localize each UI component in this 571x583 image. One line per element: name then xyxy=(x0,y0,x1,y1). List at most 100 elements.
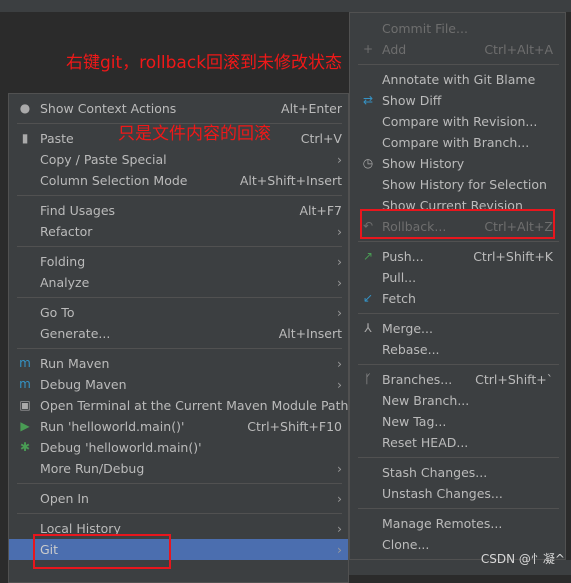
menu-item-show-diff[interactable]: ⇄ Show Diff xyxy=(350,90,565,111)
menu-item-run-maven[interactable]: m Run Maven › xyxy=(9,353,348,374)
menu-item-shortcut: Ctrl+Shift+F10 xyxy=(247,419,342,434)
clock-icon: ◷ xyxy=(362,156,374,170)
menu-item-label: Column Selection Mode xyxy=(40,173,188,188)
menu-item-new-tag[interactable]: New Tag... xyxy=(350,411,565,432)
menu-item-debug-helloworld-main[interactable]: ✱ Debug 'helloworld.main()' xyxy=(9,437,348,458)
menu-item-label: Folding xyxy=(40,254,86,269)
menu-item-manage-remotes[interactable]: Manage Remotes... xyxy=(350,513,565,534)
menu-item-label: Generate... xyxy=(40,326,111,341)
menu-item-run-helloworld-main[interactable]: ▶ Run 'helloworld.main()' Ctrl+Shift+F10 xyxy=(9,416,348,437)
menu-item-label: Unstash Changes... xyxy=(382,486,503,501)
title-bar xyxy=(0,0,571,12)
menu-item-find-usages[interactable]: Find Usages Alt+F7 xyxy=(9,200,348,221)
menu-item-label: Stash Changes... xyxy=(382,465,488,480)
menu-item-generate[interactable]: Generate... Alt+Insert xyxy=(9,323,348,344)
menu-item-shortcut: Ctrl+Shift+` xyxy=(475,372,553,387)
menu-separator xyxy=(9,242,348,251)
menu-item-column-selection-mode[interactable]: Column Selection Mode Alt+Shift+Insert xyxy=(9,170,348,191)
menu-item-commit-file[interactable]: Commit File... xyxy=(350,18,565,39)
menu-item-add[interactable]: + Add Ctrl+Alt+A xyxy=(350,39,565,60)
menu-item-copy-paste-special[interactable]: Copy / Paste Special › xyxy=(9,149,348,170)
menu-item-label: Copy / Paste Special xyxy=(40,152,167,167)
menu-item-refactor[interactable]: Refactor › xyxy=(9,221,348,242)
menu-separator xyxy=(350,504,565,513)
menu-item-label: Show History for Selection xyxy=(382,177,547,192)
debug-bug-icon: ✱ xyxy=(19,440,31,454)
menu-item-shortcut: Ctrl+Shift+K xyxy=(473,249,553,264)
menu-item-shortcut: Ctrl+Alt+A xyxy=(484,42,553,57)
menu-item-label: Compare with Revision... xyxy=(382,114,538,129)
chevron-right-icon: › xyxy=(337,542,342,557)
branch-icon: ᚴ xyxy=(364,372,372,386)
menu-item-label: Open In xyxy=(40,491,89,506)
chevron-right-icon: › xyxy=(337,254,342,269)
menu-item-label: New Branch... xyxy=(382,393,470,408)
menu-item-debug-maven[interactable]: m Debug Maven › xyxy=(9,374,348,395)
menu-item-go-to[interactable]: Go To › xyxy=(9,302,348,323)
annotation-top: 右键git，rollback回滚到未修改状态 xyxy=(66,53,343,73)
menu-item-label: Open Terminal at the Current Maven Modul… xyxy=(40,398,349,413)
menu-item-label: Manage Remotes... xyxy=(382,516,503,531)
menu-item-branches[interactable]: ᚴ Branches... Ctrl+Shift+` xyxy=(350,369,565,390)
menu-item-stash-changes[interactable]: Stash Changes... xyxy=(350,462,565,483)
menu-item-more-run-debug[interactable]: More Run/Debug › xyxy=(9,458,348,479)
menu-item-rebase[interactable]: Rebase... xyxy=(350,339,565,360)
menu-separator xyxy=(350,309,565,318)
run-icon: ▶ xyxy=(20,419,30,433)
menu-item-shortcut: Alt+F7 xyxy=(299,203,342,218)
menu-item-label: Branches... xyxy=(382,372,453,387)
menu-separator xyxy=(9,191,348,200)
menu-item-open-in[interactable]: Open In › xyxy=(9,488,348,509)
chevron-right-icon: › xyxy=(337,521,342,536)
merge-icon: ⅄ xyxy=(364,321,372,335)
menu-item-folding[interactable]: Folding › xyxy=(9,251,348,272)
menu-item-analyze[interactable]: Analyze › xyxy=(9,272,348,293)
menu-item-label: Run Maven xyxy=(40,356,110,371)
menu-item-label: New Tag... xyxy=(382,414,447,429)
push-arrow-icon: ↗ xyxy=(362,249,374,263)
menu-item-label: Rebase... xyxy=(382,342,440,357)
chevron-right-icon: › xyxy=(337,275,342,290)
menu-item-shortcut: Alt+Enter xyxy=(281,101,342,116)
menu-item-label: Pull... xyxy=(382,270,417,285)
terminal-icon: ▣ xyxy=(19,398,31,412)
menu-item-compare-with-revision[interactable]: Compare with Revision... xyxy=(350,111,565,132)
menu-item-label: Compare with Branch... xyxy=(382,135,530,150)
maven-run-icon: m xyxy=(19,356,31,370)
menu-item-label: Push... xyxy=(382,249,424,264)
menu-item-fetch[interactable]: ↙ Fetch xyxy=(350,288,565,309)
menu-item-label: Show Diff xyxy=(382,93,442,108)
menu-item-label: Reset HEAD... xyxy=(382,435,469,450)
menu-item-unstash-changes[interactable]: Unstash Changes... xyxy=(350,483,565,504)
menu-separator xyxy=(9,479,348,488)
menu-item-label: Add xyxy=(382,42,407,57)
menu-item-shortcut: Alt+Shift+Insert xyxy=(239,173,342,188)
editor-context-menu: ● Show Context Actions Alt+Enter ▮ Paste Ctrl… xyxy=(8,93,349,583)
menu-item-annotate-with-git-blame[interactable]: Annotate with Git Blame xyxy=(350,69,565,90)
maven-debug-icon: m xyxy=(19,377,31,391)
menu-separator xyxy=(350,60,565,69)
menu-item-new-branch[interactable]: New Branch... xyxy=(350,390,565,411)
menu-item-pull[interactable]: Pull... xyxy=(350,267,565,288)
menu-item-label: Show History xyxy=(382,156,465,171)
menu-item-merge[interactable]: ⅄ Merge... xyxy=(350,318,565,339)
menu-separator xyxy=(9,509,348,518)
menu-item-label: Fetch xyxy=(382,291,416,306)
menu-item-push[interactable]: ↗ Push... Ctrl+Shift+K xyxy=(350,246,565,267)
menu-item-open-terminal-at-the-current-maven-module-path[interactable]: ▣ Open Terminal at the Current Maven Modu… xyxy=(9,395,348,416)
menu-item-label: Annotate with Git Blame xyxy=(382,72,536,87)
menu-separator xyxy=(9,344,348,353)
menu-separator xyxy=(350,360,565,369)
menu-item-label: Find Usages xyxy=(40,203,116,218)
menu-item-show-history[interactable]: ◷ Show History xyxy=(350,153,565,174)
menu-item-show-history-for-selection[interactable]: Show History for Selection xyxy=(350,174,565,195)
menu-item-reset-head[interactable]: Reset HEAD... xyxy=(350,432,565,453)
menu-item-show-context-actions[interactable]: ● Show Context Actions Alt+Enter xyxy=(9,98,348,119)
menu-item-label: Refactor xyxy=(40,224,93,239)
menu-item-label: Run 'helloworld.main()' xyxy=(40,419,185,434)
menu-item-label: Show Context Actions xyxy=(40,101,177,116)
menu-item-compare-with-branch[interactable]: Compare with Branch... xyxy=(350,132,565,153)
diff-icon: ⇄ xyxy=(362,93,374,107)
plus-icon: + xyxy=(362,42,374,56)
chevron-right-icon: › xyxy=(337,305,342,320)
